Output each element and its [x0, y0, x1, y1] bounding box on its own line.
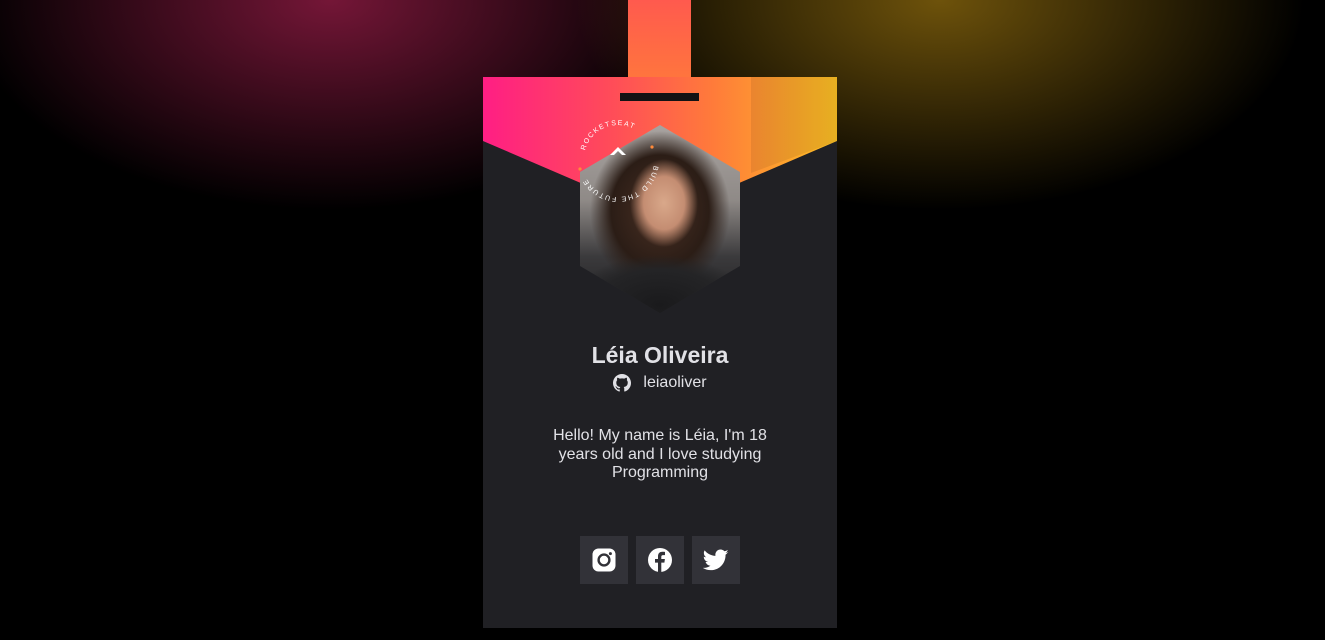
badge-clip — [620, 93, 699, 101]
profile-name: Léia Oliveira — [591, 342, 729, 368]
badge-text-bottom: BUILD THE FUTURE — [582, 165, 657, 202]
twitter-icon — [703, 549, 729, 571]
svg-text:ROCKETSEAT: ROCKETSEAT — [580, 120, 636, 151]
facebook-icon — [648, 548, 672, 572]
badge-text-top: ROCKETSEAT — [580, 120, 635, 151]
rocketseat-badge-icon: ROCKETSEAT BUILD THE FUTURE — [578, 120, 659, 202]
social-links — [580, 536, 740, 584]
instagram-button[interactable] — [580, 536, 628, 584]
facebook-button[interactable] — [636, 536, 684, 584]
github-icon — [613, 374, 632, 392]
avatar: ROCKETSEAT BUILD THE FUTURE — [578, 120, 740, 313]
github-username: leiaoliver — [643, 374, 707, 391]
profile-bio: Hello! My name is Léia, I'm 18 years old… — [553, 427, 767, 481]
profile-card: ROCKETSEAT BUILD THE FUTURE Léia Oliveir… — [483, 77, 837, 628]
svg-text:BUILD THE FUTURE: BUILD THE FUTURE — [582, 165, 659, 202]
github-link[interactable]: leiaoliver — [483, 374, 837, 392]
instagram-icon — [592, 548, 616, 572]
twitter-button[interactable] — [692, 536, 740, 584]
